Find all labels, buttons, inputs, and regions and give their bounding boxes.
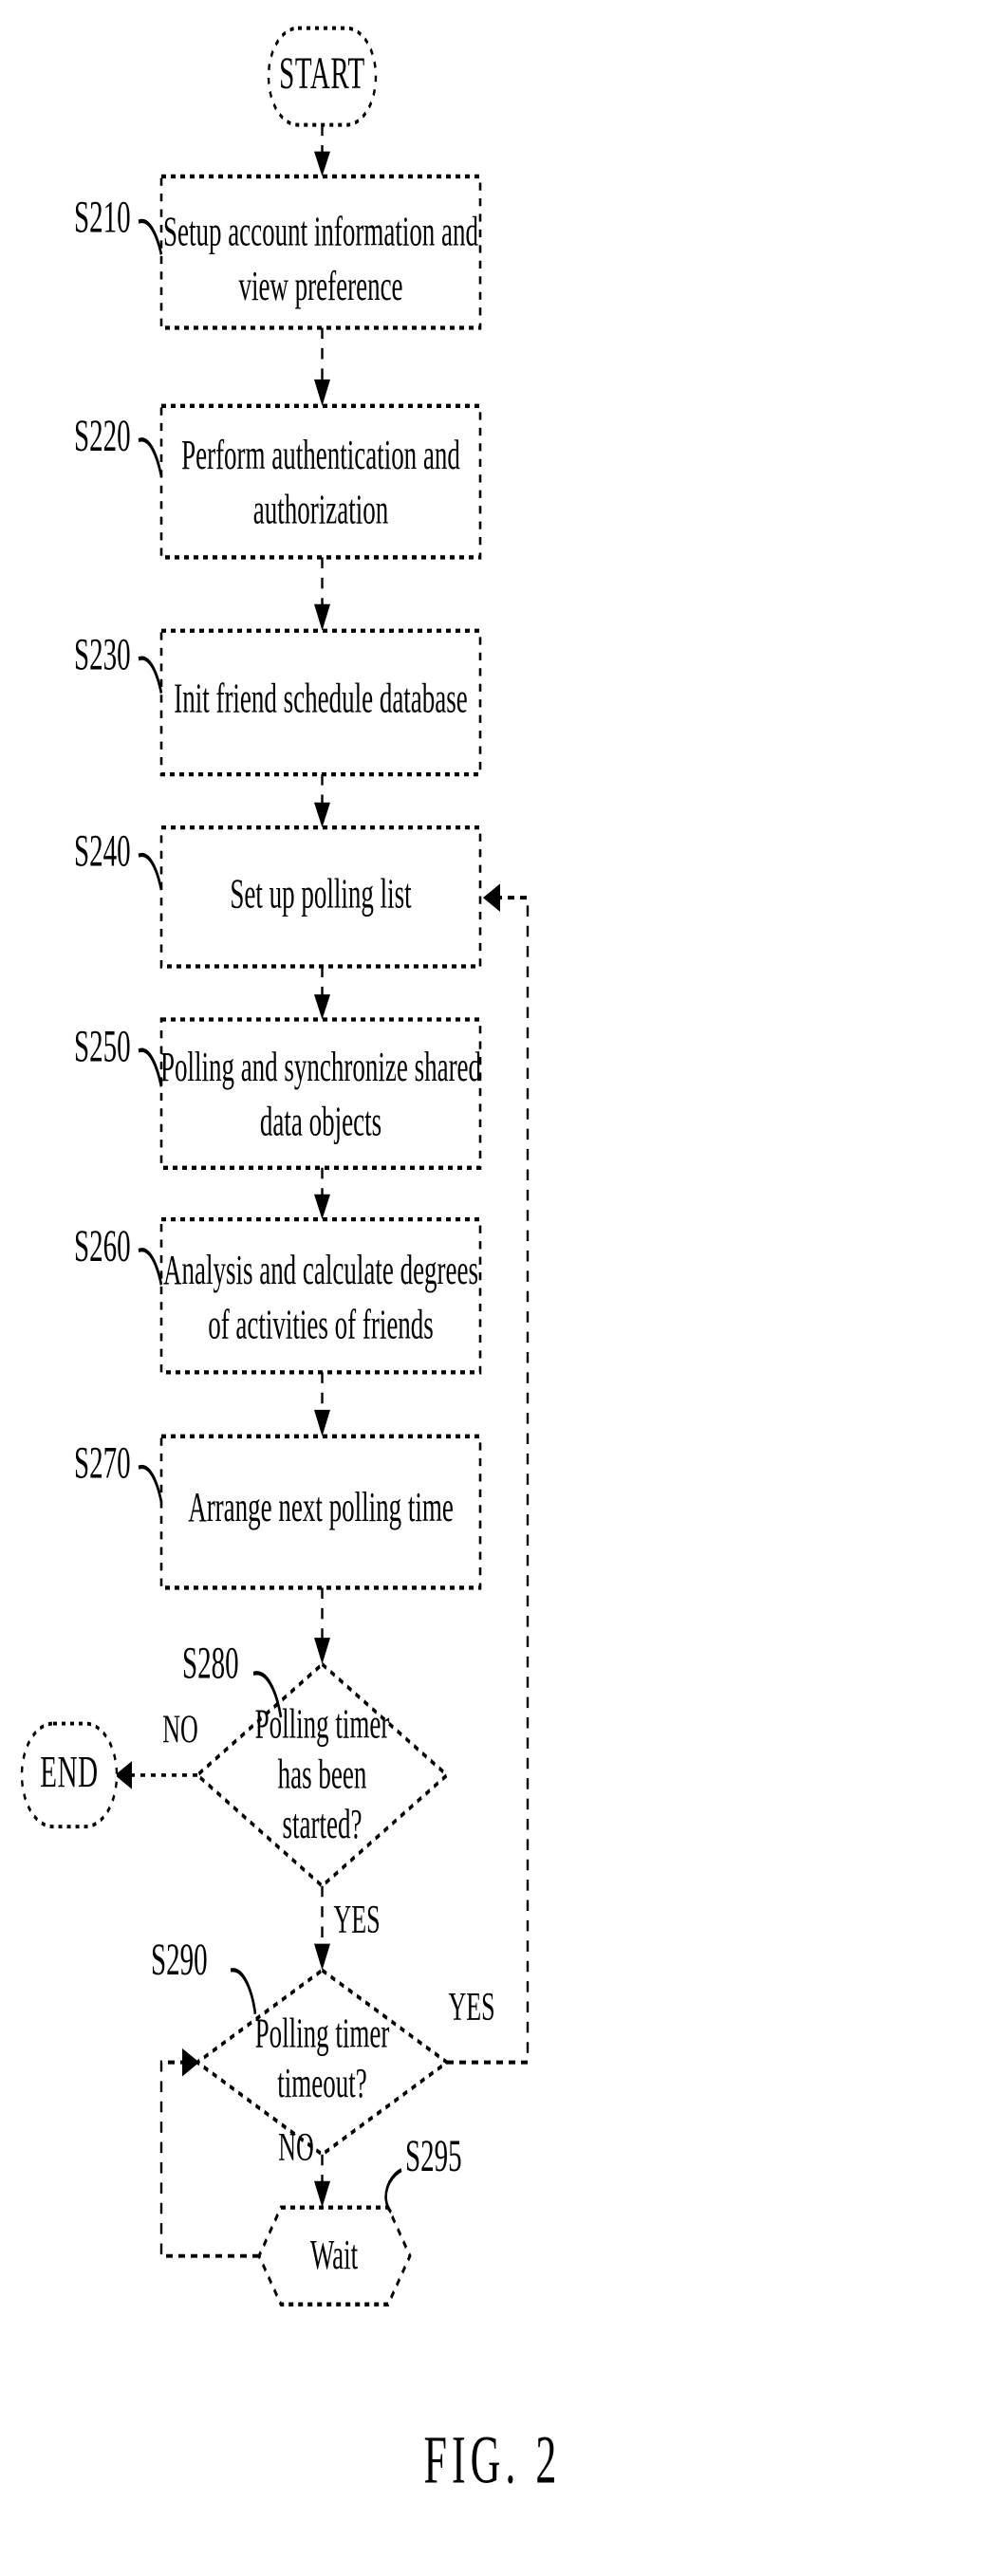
node-start[interactable]: START (267, 26, 378, 127)
arrow-start-to-s210 (314, 124, 330, 176)
s290-step-label: S290 (151, 1935, 208, 1985)
leader-s240: S240 (74, 825, 163, 891)
figure-caption: FIG. 2 (424, 2421, 562, 2497)
s280-text-line2: has been (278, 1750, 367, 1797)
leader-s260: S260 (74, 1221, 163, 1286)
node-s220[interactable]: Perform authentication and authorization (159, 403, 482, 560)
s250-shape (159, 1017, 482, 1170)
s220-text-line1: Perform authentication and (181, 431, 460, 478)
wait-text: Wait (310, 2231, 358, 2278)
s280-yes-label: YES (333, 1896, 380, 1941)
s230-step-label: S230 (74, 629, 131, 679)
node-s240[interactable]: Set up polling list (159, 825, 482, 969)
s280-text-line1: Polling timer (255, 1700, 390, 1748)
s270-step-label: S270 (74, 1437, 131, 1488)
s250-text-line1: Polling and synchronize shared (160, 1043, 481, 1090)
s280-text-line3: started? (283, 1800, 363, 1847)
leader-s220: S220 (74, 411, 163, 477)
node-s260[interactable]: Analysis and calculate degrees of activi… (159, 1216, 482, 1375)
arrow-s220-to-s230 (314, 557, 330, 631)
s290-no-label: NO (278, 2124, 314, 2170)
s280-no-label: NO (162, 1706, 198, 1751)
s220-shape (159, 403, 482, 560)
leader-s210: S210 (74, 192, 163, 255)
arrow-s230-to-s240 (314, 774, 330, 828)
s250-step-label: S250 (74, 1021, 131, 1071)
node-s210[interactable]: Setup account information and view prefe… (159, 174, 482, 330)
s220-text-line2: authorization (253, 486, 388, 533)
end-label: END (40, 1747, 98, 1797)
s210-text-line2: view preference (238, 262, 402, 309)
s260-text-line2: of activities of friends (208, 1301, 434, 1348)
node-s290[interactable]: Polling timer timeout? (194, 1968, 451, 2158)
s290-yes-label: YES (448, 1983, 494, 2029)
s250-text-line2: data objects (260, 1098, 381, 1145)
start-label: START (279, 48, 365, 99)
s220-step-label: S220 (74, 411, 131, 461)
s280-step-label: S280 (182, 1638, 239, 1688)
s210-text-line1: Setup account information and (163, 208, 478, 255)
leader-s250: S250 (74, 1021, 163, 1087)
arrow-s210-to-s220 (314, 327, 330, 406)
edge-s280-no-to-end: NO (115, 1706, 198, 1789)
leader-s295: S295 (384, 2131, 462, 2215)
leader-s270: S270 (74, 1437, 163, 1503)
edge-s280-yes-to-s290: YES (314, 1885, 381, 1971)
s240-text-line1: Set up polling list (230, 869, 411, 917)
s270-text-line1: Arrange next polling time (188, 1483, 454, 1530)
node-s250[interactable]: Polling and synchronize shared data obje… (159, 1017, 482, 1170)
s260-step-label: S260 (74, 1221, 131, 1271)
s260-shape (159, 1216, 482, 1375)
s210-step-label: S210 (74, 192, 131, 242)
s290-text-line2: timeout? (277, 2059, 366, 2106)
node-s230[interactable]: Init friend schedule database (159, 628, 482, 777)
s240-step-label: S240 (74, 825, 131, 876)
leader-s230: S230 (74, 629, 163, 695)
arrow-s260-to-s270 (314, 1372, 330, 1436)
leader-s290: S290 (151, 1935, 257, 2015)
flowchart-svg: START Setup account information and view… (20, 26, 562, 2497)
s290-text-line1: Polling timer (255, 2010, 390, 2057)
node-end[interactable]: END (20, 1721, 119, 1829)
s230-text-line1: Init friend schedule database (174, 675, 468, 722)
arrow-s270-to-s280 (314, 1587, 330, 1665)
flowchart-canvas: START Setup account information and view… (0, 0, 986, 2576)
node-s270[interactable]: Arrange next polling time (159, 1434, 482, 1590)
s260-text-line1: Analysis and calculate degrees (163, 1246, 478, 1293)
node-s280[interactable]: Polling timer has been started? (195, 1661, 450, 1889)
s295-step-label: S295 (405, 2131, 462, 2181)
node-wait[interactable]: Wait (257, 2205, 412, 2307)
arrow-s240-to-s250 (314, 966, 330, 1020)
arrow-s250-to-s260 (314, 1167, 330, 1220)
